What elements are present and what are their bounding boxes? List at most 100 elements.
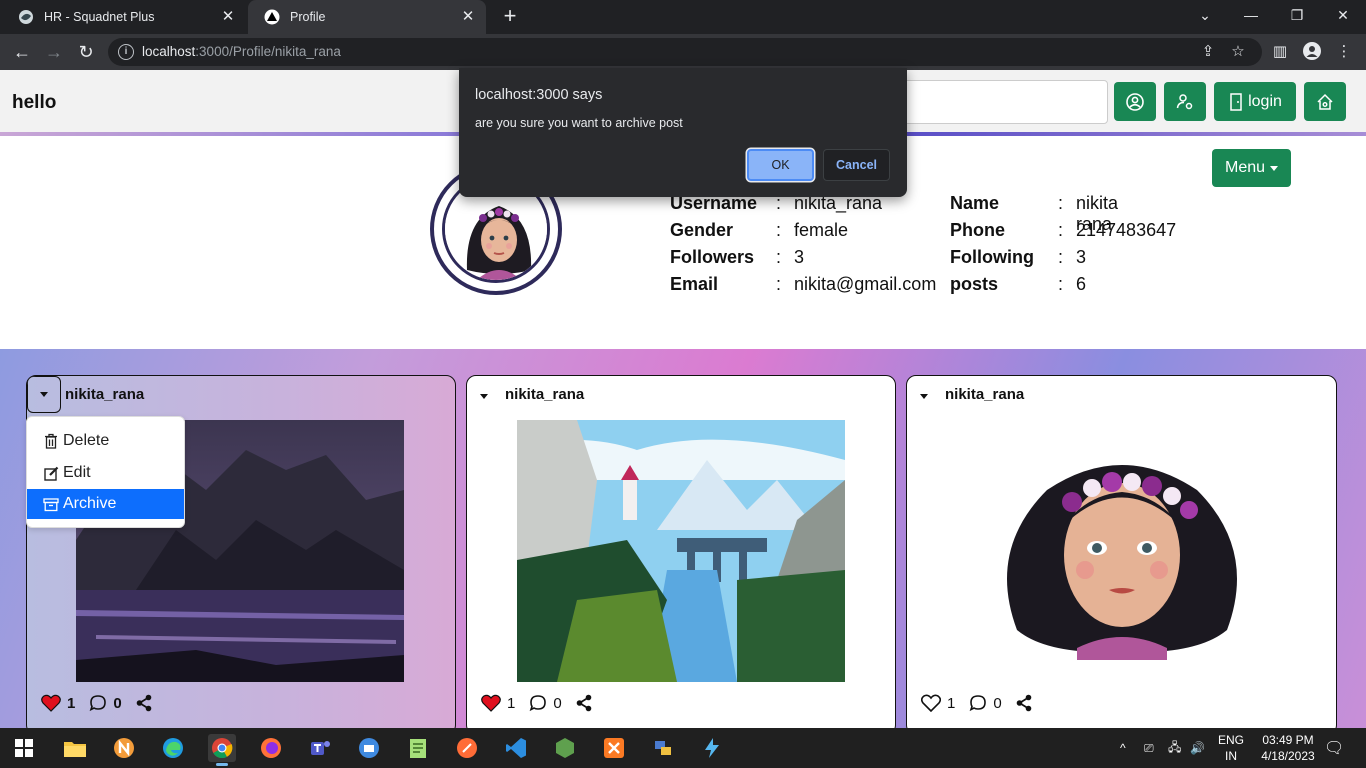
- meet-now-icon[interactable]: ⎚: [1144, 728, 1154, 768]
- comment-count: 0: [113, 694, 122, 712]
- edit-icon: [43, 464, 59, 482]
- minimize-icon[interactable]: —: [1228, 0, 1274, 34]
- dialog-message: are you sure you want to archive post: [475, 116, 683, 130]
- menu-item-edit[interactable]: Edit: [27, 458, 184, 488]
- cancel-button[interactable]: Cancel: [823, 149, 890, 181]
- comment-icon[interactable]: [529, 694, 547, 712]
- menu-item-delete[interactable]: Delete: [27, 426, 184, 456]
- network-icon[interactable]: 🖧: [1168, 728, 1181, 768]
- comment-icon[interactable]: [89, 694, 107, 712]
- teams-icon[interactable]: [306, 734, 334, 762]
- close-tab-icon[interactable]: ✕: [460, 9, 476, 25]
- comment-icon[interactable]: [969, 694, 987, 712]
- post-image[interactable]: [517, 420, 845, 682]
- colon: :: [1058, 274, 1064, 294]
- site-info-icon[interactable]: i: [118, 44, 134, 60]
- tab-title: HR - Squadnet Plus: [44, 10, 155, 24]
- firefox-icon[interactable]: [257, 734, 285, 762]
- share-icon[interactable]: ⇪: [1198, 42, 1218, 62]
- email-value: nikita@gmail.com: [794, 274, 937, 294]
- notification-icon[interactable]: 🗨: [1324, 728, 1344, 768]
- share-icon[interactable]: [136, 694, 152, 712]
- chrome-icon[interactable]: [208, 734, 236, 766]
- start-icon[interactable]: [10, 734, 38, 762]
- like-count: 1: [507, 694, 516, 712]
- outlook-icon[interactable]: [355, 734, 383, 762]
- ok-button[interactable]: OK: [747, 149, 814, 181]
- power-automate-icon[interactable]: [698, 734, 726, 762]
- post-options-toggle[interactable]: [917, 389, 931, 403]
- side-panel-icon[interactable]: ▥: [1270, 42, 1290, 62]
- edge-icon[interactable]: [159, 734, 187, 762]
- menu-dropdown-button[interactable]: Menu: [1212, 149, 1291, 187]
- post-image[interactable]: [957, 430, 1287, 660]
- posts-key: posts: [950, 274, 999, 294]
- heart-filled-icon[interactable]: [481, 694, 501, 712]
- like-count: 1: [947, 694, 956, 712]
- windows-taskbar: ^ ⎚ 🖧 🔊 ENG IN 03:49 PM 4/18/2023 🗨: [0, 728, 1366, 768]
- address-bar[interactable]: i localhost:3000/Profile/nikita_rana ⇪ ☆: [108, 38, 1262, 66]
- notepad-plus-icon[interactable]: [404, 734, 432, 762]
- colon: :: [776, 220, 782, 240]
- post-actions: 1 0: [41, 694, 152, 712]
- menu-item-label: Edit: [63, 464, 91, 481]
- gender-key: Gender: [670, 220, 734, 240]
- close-window-icon[interactable]: ✕: [1320, 0, 1366, 34]
- xampp-icon[interactable]: [600, 734, 628, 762]
- browser-toolbar: ← → ↻ i localhost:3000/Profile/nikita_ra…: [0, 34, 1366, 70]
- post-options-toggle[interactable]: [477, 389, 491, 403]
- profile-icon[interactable]: [1302, 42, 1322, 62]
- following-value: 3: [1076, 247, 1087, 267]
- tab-title: Profile: [290, 10, 326, 24]
- language-indicator[interactable]: ENG IN: [1216, 732, 1246, 764]
- home-button[interactable]: [1304, 82, 1346, 121]
- bookmark-star-icon[interactable]: ☆: [1228, 42, 1248, 62]
- profile-button[interactable]: [1114, 82, 1156, 121]
- name-key: Name: [950, 193, 1000, 213]
- forward-icon[interactable]: →: [42, 40, 66, 64]
- colon: :: [1058, 193, 1064, 213]
- kebab-menu-icon[interactable]: ⋮: [1334, 42, 1354, 62]
- menu-item-archive[interactable]: Archive: [27, 489, 184, 519]
- post-username[interactable]: nikita_rana: [505, 386, 584, 403]
- colon: :: [1058, 247, 1064, 267]
- restore-icon[interactable]: ❐: [1274, 0, 1320, 34]
- volume-icon[interactable]: 🔊: [1190, 728, 1205, 768]
- tab-profile[interactable]: Profile ✕: [248, 0, 486, 34]
- post-username[interactable]: nikita_rana: [945, 386, 1024, 403]
- post-username[interactable]: nikita_rana: [65, 386, 144, 403]
- trash-icon: [43, 432, 59, 450]
- nodejs-icon[interactable]: [551, 734, 579, 762]
- show-hidden-icons-icon[interactable]: ^: [1120, 728, 1126, 768]
- caret-down-icon: [480, 393, 488, 399]
- back-icon[interactable]: ←: [10, 40, 34, 64]
- vscode-icon[interactable]: [502, 734, 530, 762]
- archive-icon: [43, 495, 59, 513]
- clock-date: 4/18/2023: [1261, 749, 1315, 763]
- post-options-menu: Delete Edit Archive: [26, 416, 185, 528]
- close-tab-icon[interactable]: ✕: [220, 9, 236, 25]
- clock[interactable]: 03:49 PM 4/18/2023: [1258, 732, 1318, 764]
- search-input[interactable]: [900, 80, 1108, 124]
- login-button[interactable]: login: [1214, 82, 1296, 121]
- share-icon[interactable]: [1016, 694, 1032, 712]
- add-user-button[interactable]: [1164, 82, 1206, 121]
- menu-item-label: Archive: [63, 495, 117, 512]
- new-tab-icon[interactable]: +: [498, 5, 522, 29]
- share-icon[interactable]: [576, 694, 592, 712]
- post-options-toggle[interactable]: [27, 376, 61, 413]
- app-n-icon[interactable]: [110, 734, 138, 762]
- network-app-icon[interactable]: [649, 734, 677, 762]
- tab-hr-squadnet[interactable]: HR - Squadnet Plus ✕: [2, 0, 246, 34]
- confirm-dialog: localhost:3000 says are you sure you wan…: [459, 68, 907, 197]
- postman-icon[interactable]: [453, 734, 481, 762]
- comment-count: 0: [993, 694, 1002, 712]
- tab-search-icon[interactable]: ⌄: [1182, 0, 1228, 34]
- heart-outline-icon[interactable]: [921, 694, 941, 712]
- following-key: Following: [950, 247, 1034, 267]
- heart-filled-icon[interactable]: [41, 694, 61, 712]
- caret-down-icon: [40, 392, 48, 397]
- file-explorer-icon[interactable]: [61, 734, 89, 762]
- comment-count: 0: [553, 694, 562, 712]
- reload-icon[interactable]: ↻: [74, 40, 98, 64]
